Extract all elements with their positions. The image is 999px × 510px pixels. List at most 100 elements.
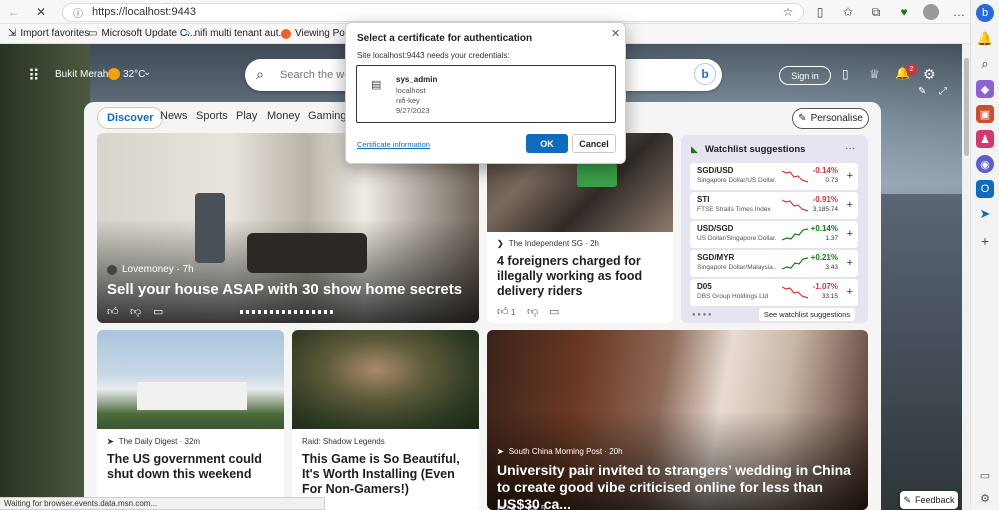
close-icon[interactable]: ✕ [611,27,620,40]
scrollbar-thumb[interactable] [964,58,969,156]
temperature-label[interactable]: 32°C [123,69,145,80]
rewards-trophy-icon[interactable]: ♕ [869,67,880,81]
games-icon[interactable]: ♟ [976,130,994,148]
more-options-icon[interactable]: … [951,4,967,20]
add-watchlist-icon[interactable]: + [847,170,853,182]
settings-gear-icon[interactable]: ⚙ [923,66,936,83]
search-sidebar-icon[interactable]: ⌕ [976,55,994,73]
url-text[interactable]: https://localhost:9443 [92,6,196,18]
expand-icon[interactable]: ⤢ [939,86,947,97]
sparkline [782,170,809,183]
favorite-star-icon[interactable]: ☆ [780,4,796,20]
profile-avatar[interactable] [923,4,939,20]
sparkline [782,286,809,299]
certificate-icon: ▤ [371,79,382,91]
feedback-button[interactable]: ✎ Feedback [900,491,958,509]
split-screen-icon[interactable]: ▯ [812,4,828,20]
sign-in-button[interactable]: Sign in [779,66,831,85]
favorite-import[interactable]: ⇲ Import favorites [8,28,89,39]
cert-key: nifi-key [396,96,420,105]
apps-launcher-icon[interactable]: ⠿ [28,66,40,86]
ok-button[interactable]: OK [526,134,568,153]
watchlist-row[interactable]: SGD/MYR Singapore Dollar/Malaysia... +0.21… [690,250,858,277]
tab-play[interactable]: Play [236,110,257,122]
microsoft365-icon[interactable]: ◉ [976,155,994,173]
tools-icon[interactable]: ▣ [976,105,994,123]
see-watchlist-button[interactable]: See watchlist suggestions [759,308,855,321]
sidebar-layout-icon[interactable]: ▭ [976,466,994,484]
dislike-icon[interactable]: 👎︎ [527,305,538,318]
watchlist-row[interactable]: STI FTSE Straits Times Index -0.91% 3,185.7… [690,192,858,219]
site-logo-icon [281,28,291,39]
watchlist-row[interactable]: D05 DBS Group Holdings Ltd -1.07% 33.15 + [690,279,858,306]
story-card-us-government[interactable]: ➤ The Daily Digest · 32m The US governmen… [97,330,284,510]
certificate-info-link[interactable]: Certificate information [357,140,430,149]
search-icon: ⌕ [185,28,191,39]
mobile-app-icon[interactable]: ▯ [842,67,849,81]
watchlist-pager-dots[interactable]: ● ● ● ● [692,312,712,318]
watchlist-row[interactable]: SGD/USD Singapore Dollar/US Dollar... -0.1… [690,163,858,190]
outlook-icon[interactable]: O [976,180,994,198]
watchlist-value: 33.15 [821,293,838,300]
dislike-icon[interactable]: 👎︎ [130,305,141,318]
bing-chat-icon[interactable]: b [694,63,716,85]
add-watchlist-icon[interactable]: + [847,286,853,298]
edit-background-icon[interactable]: ✎ [918,86,926,97]
weather-chevron-icon[interactable]: ⌄ [143,67,151,78]
cancel-button[interactable]: Cancel [572,134,616,153]
favorite-microsoft-update[interactable]: ▭ Microsoft Update C... [88,28,195,39]
add-watchlist-icon[interactable]: + [847,228,853,240]
story-card-raid-shadow-legends[interactable]: Raid: Shadow Legends This Game is So Bea… [292,330,479,510]
collections-icon[interactable]: ⧉ [868,4,884,20]
shopping-icon[interactable]: ◆ [976,80,994,98]
weather-sun-icon[interactable] [108,68,120,80]
tab-money[interactable]: Money [267,110,300,122]
watchlist-symbol: SGD/MYR [697,253,735,262]
sidebar-settings-icon[interactable]: ⚙ [976,489,994,507]
favorite-nifi[interactable]: ⌕ nifi multi tenant aut... [185,28,287,39]
tab-discover[interactable]: Discover [97,107,164,129]
story-image [292,330,479,429]
like-count: 1 [511,308,516,317]
copilot-icon[interactable]: b [976,4,994,22]
send-icon[interactable]: ➤ [976,205,994,223]
page-icon: ▭ [88,28,98,39]
tab-sports[interactable]: Sports [196,110,228,122]
comment-icon[interactable]: ▭ [527,501,537,510]
story2-headline[interactable]: 4 foreigners charged for illegally worki… [497,254,667,299]
location-label[interactable]: Bukit Merah [55,69,108,80]
story3-headline[interactable]: The US government could shut down this w… [107,452,279,482]
hero-headline[interactable]: Sell your house ASAP with 30 show home s… [107,281,477,298]
certificate-list-item[interactable]: ▤ sys_admin localhost nifi-key 9/27/2023 [356,65,616,123]
watchlist-change: -0.14% [812,166,838,175]
browser-essentials-icon[interactable]: ♥ [896,4,912,20]
like-icon[interactable]: 👍︎ [497,501,509,510]
favorites-icon[interactable]: ✩ [840,4,856,20]
notifications-sidebar-icon[interactable]: 🔔 [976,30,994,48]
story4-headline[interactable]: This Game is So Beautiful, It's Worth In… [302,452,474,497]
carousel-dots[interactable] [240,310,335,314]
comment-icon[interactable]: ▭ [153,305,163,318]
stop-loading-icon[interactable]: ✕ [33,4,49,20]
add-sidebar-icon[interactable]: + [976,232,994,250]
watchlist-icon: ◣ [691,144,698,154]
dialog-title: Select a certificate for authentication [357,33,533,44]
story-card-wedding[interactable]: ➤ South China Morning Post · 20h Universi… [487,330,868,510]
comment-icon[interactable]: ▭ [549,305,559,318]
add-watchlist-icon[interactable]: + [847,257,853,269]
source-logo-icon: ➤ [107,437,114,446]
story5-headline[interactable]: University pair invited to strangers’ we… [497,462,862,510]
watchlist-row[interactable]: USD/SGD US Dollar/Singapore Dollar... +0.1… [690,221,858,248]
watchlist-title: Watchlist suggestions [705,144,806,155]
like-icon[interactable]: 👍︎ [107,305,119,318]
add-watchlist-icon[interactable]: + [847,199,853,211]
info-icon[interactable]: ⓘ [70,4,86,20]
tab-news[interactable]: News [160,110,188,122]
personalise-button[interactable]: ✎ Personalise [792,108,869,129]
tab-gaming[interactable]: Gaming [308,110,347,122]
back-icon[interactable]: ← [6,4,22,20]
like-icon[interactable]: 👍︎ [497,305,509,318]
sparkline [782,228,809,241]
watchlist-name: DBS Group Holdings Ltd [697,293,769,300]
watchlist-more-icon[interactable]: ··· [845,143,855,154]
